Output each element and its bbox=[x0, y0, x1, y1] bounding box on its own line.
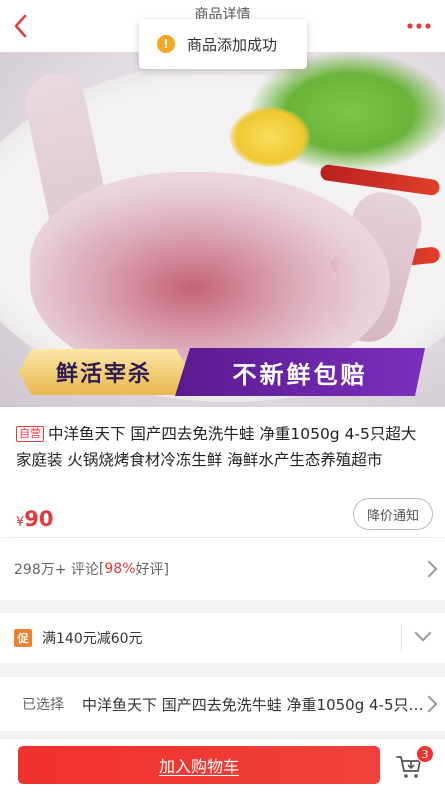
promo-right-text: 不新鲜包赔 bbox=[232, 360, 368, 389]
reviews-row[interactable]: 298万+ 评论 [98% 好评] bbox=[0, 538, 445, 600]
self-operated-tag: 自营 bbox=[16, 426, 44, 442]
lemon-garnish bbox=[230, 107, 310, 167]
cart-count-badge: 3 bbox=[416, 745, 434, 763]
promotion-text: 满140元减60元 bbox=[42, 631, 143, 647]
selection-value: 中洋鱼天下 国产四去免洗牛蛙 净重1050g 4-5只超大家庭装 bbox=[82, 695, 427, 714]
success-toast: ! 商品添加成功 bbox=[139, 19, 307, 69]
add-to-cart-button[interactable]: 加入购物车 bbox=[18, 746, 380, 784]
product-title: 自营 中洋鱼天下 国产四去免洗牛蛙 净重1050g 4-5只超大家庭装 火锅烧烤食… bbox=[16, 421, 431, 473]
product-price: ¥90 bbox=[16, 507, 54, 531]
product-image-carousel[interactable]: 鲜活宰杀 不新鲜包赔 bbox=[0, 52, 445, 407]
chevron-right-icon bbox=[420, 560, 438, 578]
product-title-text: 中洋鱼天下 国产四去免洗牛蛙 净重1050g 4-5只超大家庭装 火锅烧烤食材冷… bbox=[16, 425, 417, 469]
warning-icon: ! bbox=[157, 35, 175, 53]
promo-left-text: 鲜活宰杀 bbox=[55, 362, 152, 387]
bottom-action-bar: 加入购物车 3 bbox=[0, 738, 445, 793]
product-info: 自营 中洋鱼天下 国产四去免洗牛蛙 净重1050g 4-5只超大家庭装 火锅烧烤食… bbox=[0, 407, 445, 537]
review-rate-suffix: 好评] bbox=[135, 562, 169, 578]
add-to-cart-label: 加入购物车 bbox=[158, 757, 239, 776]
chevron-down-icon[interactable] bbox=[414, 624, 432, 642]
review-count: 298万+ 评论 bbox=[14, 562, 99, 578]
product-detail-page: 商品详情 ! 商品添加成功 鲜活宰杀 不新鲜包赔 自营 中洋鱼天下 国产四去免洗… bbox=[0, 0, 445, 793]
selection-row[interactable]: 已选择 中洋鱼天下 国产四去免洗牛蛙 净重1050g 4-5只超大家庭装 bbox=[0, 677, 445, 731]
positive-rate: 98% bbox=[104, 561, 136, 577]
more-dots-icon[interactable] bbox=[403, 10, 435, 42]
divider bbox=[401, 625, 402, 651]
price-drop-notify-button[interactable]: 降价通知 bbox=[352, 498, 433, 530]
promotion-row[interactable]: 促 满140元减60元 bbox=[0, 613, 445, 663]
promo-banner-right: 不新鲜包赔 bbox=[175, 348, 425, 396]
toast-message: 商品添加成功 bbox=[187, 35, 278, 54]
price-value: 90 bbox=[24, 507, 54, 531]
promotion-badge: 促 bbox=[14, 629, 32, 647]
selection-label: 已选择 bbox=[22, 697, 64, 713]
promo-banner-left: 鲜活宰杀 bbox=[18, 349, 190, 395]
